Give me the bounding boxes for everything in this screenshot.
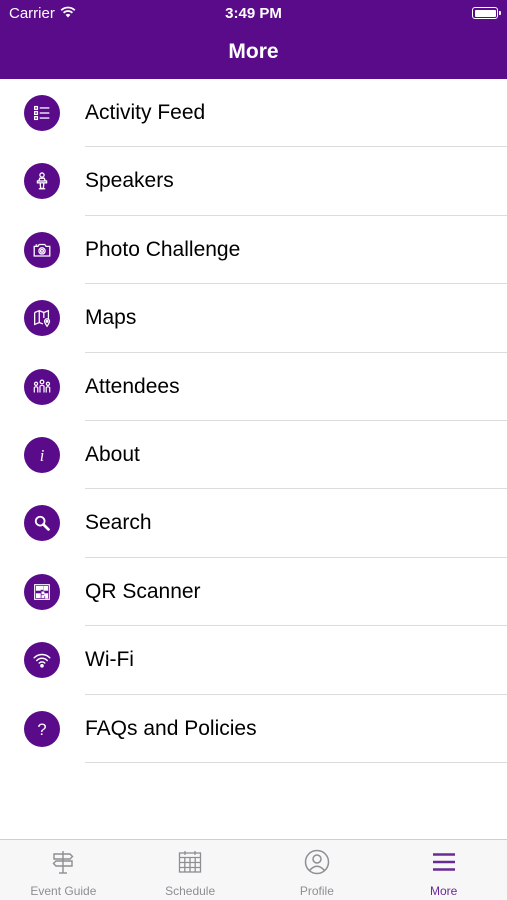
menu-item-label: FAQs and Policies — [85, 716, 257, 740]
menu-item-label: About — [85, 442, 140, 466]
speaker-podium-icon — [24, 163, 60, 200]
menu-item-label: Wi-Fi — [85, 648, 134, 672]
menu-item-attendees[interactable]: Attendees — [0, 353, 507, 421]
menu-icon — [380, 848, 507, 876]
svg-text:?: ? — [37, 720, 46, 738]
menu-item-photo-challenge[interactable]: Photo Challenge — [0, 216, 507, 285]
menu-item-label: Search — [85, 511, 152, 535]
menu-item-label: Photo Challenge — [85, 237, 241, 261]
navigation-header: Carrier 3:49 PM More — [0, 0, 507, 79]
status-bar: Carrier 3:49 PM — [0, 0, 507, 28]
row-divider — [85, 761, 507, 763]
tab-label: More — [429, 884, 458, 898]
attendees-icon — [24, 368, 60, 405]
menu-item-qr-scanner[interactable]: QR Scanner — [0, 558, 507, 627]
menu-item-label: Attendees — [85, 374, 180, 398]
activity-feed-icon — [24, 95, 60, 131]
qr-code-icon — [24, 573, 60, 610]
svg-text:i: i — [40, 446, 45, 465]
menu-item-search[interactable]: Search — [0, 489, 507, 558]
tab-bar: Event Guide Schedule Profile More — [0, 839, 507, 900]
tab-label: Schedule — [165, 884, 216, 898]
profile-icon — [254, 848, 381, 876]
info-icon: i — [24, 436, 60, 473]
camera-icon — [24, 231, 60, 268]
signpost-icon — [0, 848, 127, 876]
menu-item-about[interactable]: i About — [0, 421, 507, 490]
menu-item-label: Speakers — [85, 169, 174, 193]
menu-item-wifi[interactable]: Wi-Fi — [0, 626, 507, 695]
battery-icon — [472, 7, 501, 19]
wifi-icon — [24, 642, 60, 679]
menu-item-maps[interactable]: Maps — [0, 284, 507, 353]
menu-item-activity-feed[interactable]: Activity Feed — [0, 79, 507, 148]
tab-label: Event Guide — [30, 884, 97, 898]
menu-item-label: Maps — [85, 306, 137, 330]
map-icon — [24, 300, 60, 337]
tab-label: Profile — [299, 884, 334, 898]
tab-schedule[interactable]: Schedule — [127, 840, 254, 900]
tab-event-guide[interactable]: Event Guide — [0, 840, 127, 900]
tab-more[interactable]: More — [380, 840, 507, 900]
menu-item-speakers[interactable]: Speakers — [0, 147, 507, 216]
menu-item-faqs[interactable]: ? FAQs and Policies — [0, 695, 507, 763]
menu-item-label: QR Scanner — [85, 579, 201, 603]
menu-item-label: Activity Feed — [85, 101, 206, 124]
more-menu-list: Activity Feed Speakers Photo Challenge M… — [0, 79, 507, 763]
calendar-icon — [127, 848, 254, 876]
status-time: 3:49 PM — [225, 5, 282, 22]
tab-profile[interactable]: Profile — [254, 840, 381, 900]
more-screen: Carrier 3:49 PM More Activity Feed Speak… — [0, 0, 507, 900]
search-icon — [24, 505, 60, 542]
page-title: More — [228, 40, 279, 63]
question-icon: ? — [24, 710, 60, 747]
